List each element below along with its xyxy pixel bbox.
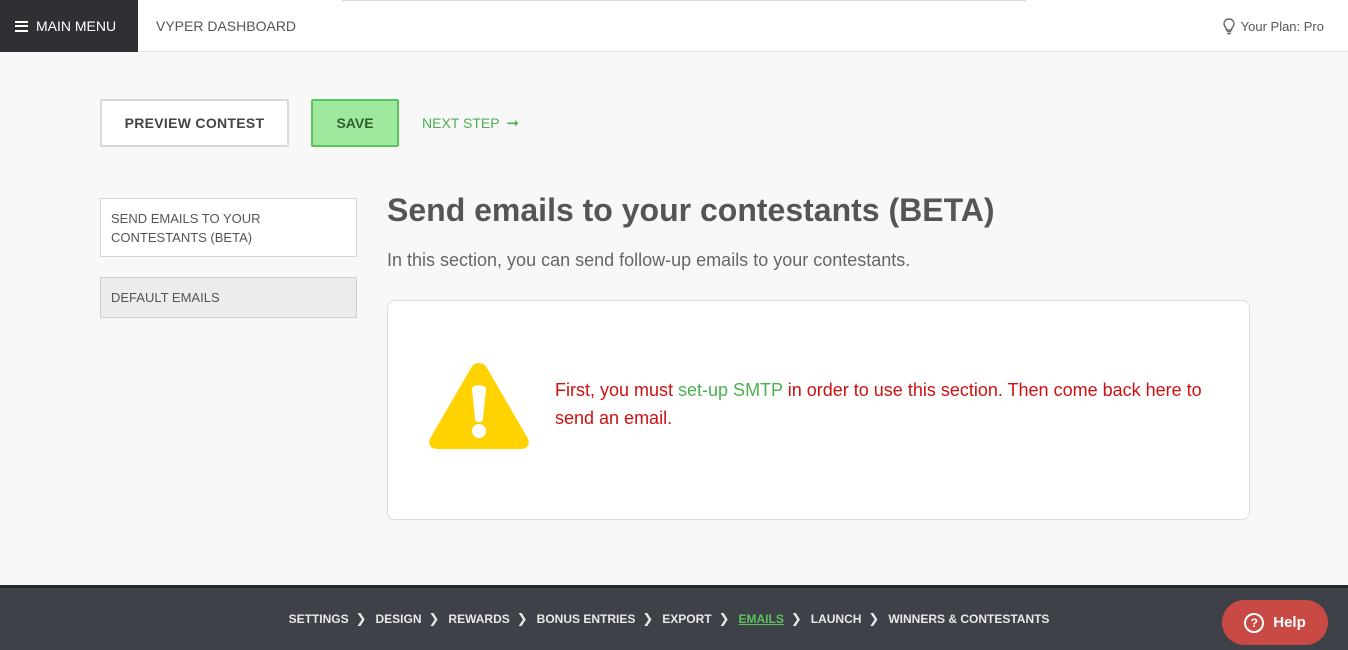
chevron-right-icon: ❯ (642, 611, 654, 626)
main-menu-label: MAIN MENU (36, 18, 117, 34)
help-button[interactable]: ? Help (1222, 600, 1328, 645)
plan-indicator[interactable]: Your Plan: Pro (1222, 0, 1324, 52)
sidebar-item-default-emails[interactable]: DEFAULT EMAILS (100, 277, 357, 318)
step-launch[interactable]: LAUNCH (811, 612, 862, 626)
step-design[interactable]: DESIGN (375, 612, 421, 626)
step-navigation: SETTINGS ❯ DESIGN ❯ REWARDS ❯ BONUS ENTR… (0, 588, 1348, 650)
smtp-notice-card: First, you must set-up SMTP in order to … (387, 300, 1250, 520)
chevron-right-icon: ❯ (428, 611, 440, 626)
step-rewards[interactable]: REWARDS (448, 612, 509, 626)
lightbulb-icon (1222, 17, 1235, 34)
step-winners-contestants[interactable]: WINNERS & CONTESTANTS (888, 612, 1049, 626)
top-tab-outline (342, 0, 1026, 2)
chevron-right-icon: ❯ (516, 611, 528, 626)
sidebar-item-send-emails[interactable]: SEND EMAILS TO YOUR CONTESTANTS (BETA) (100, 198, 357, 257)
hamburger-icon (15, 20, 28, 32)
step-export[interactable]: EXPORT (662, 612, 711, 626)
page-subtitle: In this section, you can send follow-up … (387, 250, 911, 270)
next-step-label: NEXT STEP (422, 115, 500, 131)
plan-label: Your Plan: Pro (1240, 18, 1324, 34)
chevron-right-icon: ❯ (718, 611, 730, 626)
chevron-right-icon: ❯ (790, 611, 802, 626)
chevron-right-icon: ❯ (355, 611, 367, 626)
save-button[interactable]: SAVE (311, 99, 399, 147)
page-title: Send emails to your contestants (BETA) (387, 192, 995, 228)
step-settings[interactable]: SETTINGS (289, 612, 349, 626)
step-emails[interactable]: EMAILS (739, 612, 784, 626)
notice-text-before: First, you must (555, 380, 679, 400)
warning-icon (429, 363, 529, 449)
question-icon: ? (1244, 612, 1265, 633)
step-bonus-entries[interactable]: BONUS ENTRIES (537, 612, 636, 626)
preview-contest-button[interactable]: PREVIEW CONTEST (100, 99, 289, 147)
help-label: Help (1273, 614, 1306, 631)
chevron-right-icon: ❯ (868, 611, 880, 626)
dashboard-title[interactable]: VYPER DASHBOARD (156, 0, 296, 52)
smtp-notice-text: First, you must set-up SMTP in order to … (555, 376, 1215, 432)
top-bar: MAIN MENU VYPER DASHBOARD Your Plan: Pro (0, 0, 1348, 52)
main-menu-button[interactable]: MAIN MENU (0, 0, 138, 52)
next-step-link[interactable]: NEXT STEP ➞ (422, 99, 519, 147)
footer-steps-bar: SETTINGS ❯ DESIGN ❯ REWARDS ❯ BONUS ENTR… (0, 585, 1348, 650)
arrow-right-icon: ➞ (506, 115, 520, 132)
setup-smtp-link[interactable]: set-up SMTP (678, 380, 783, 400)
